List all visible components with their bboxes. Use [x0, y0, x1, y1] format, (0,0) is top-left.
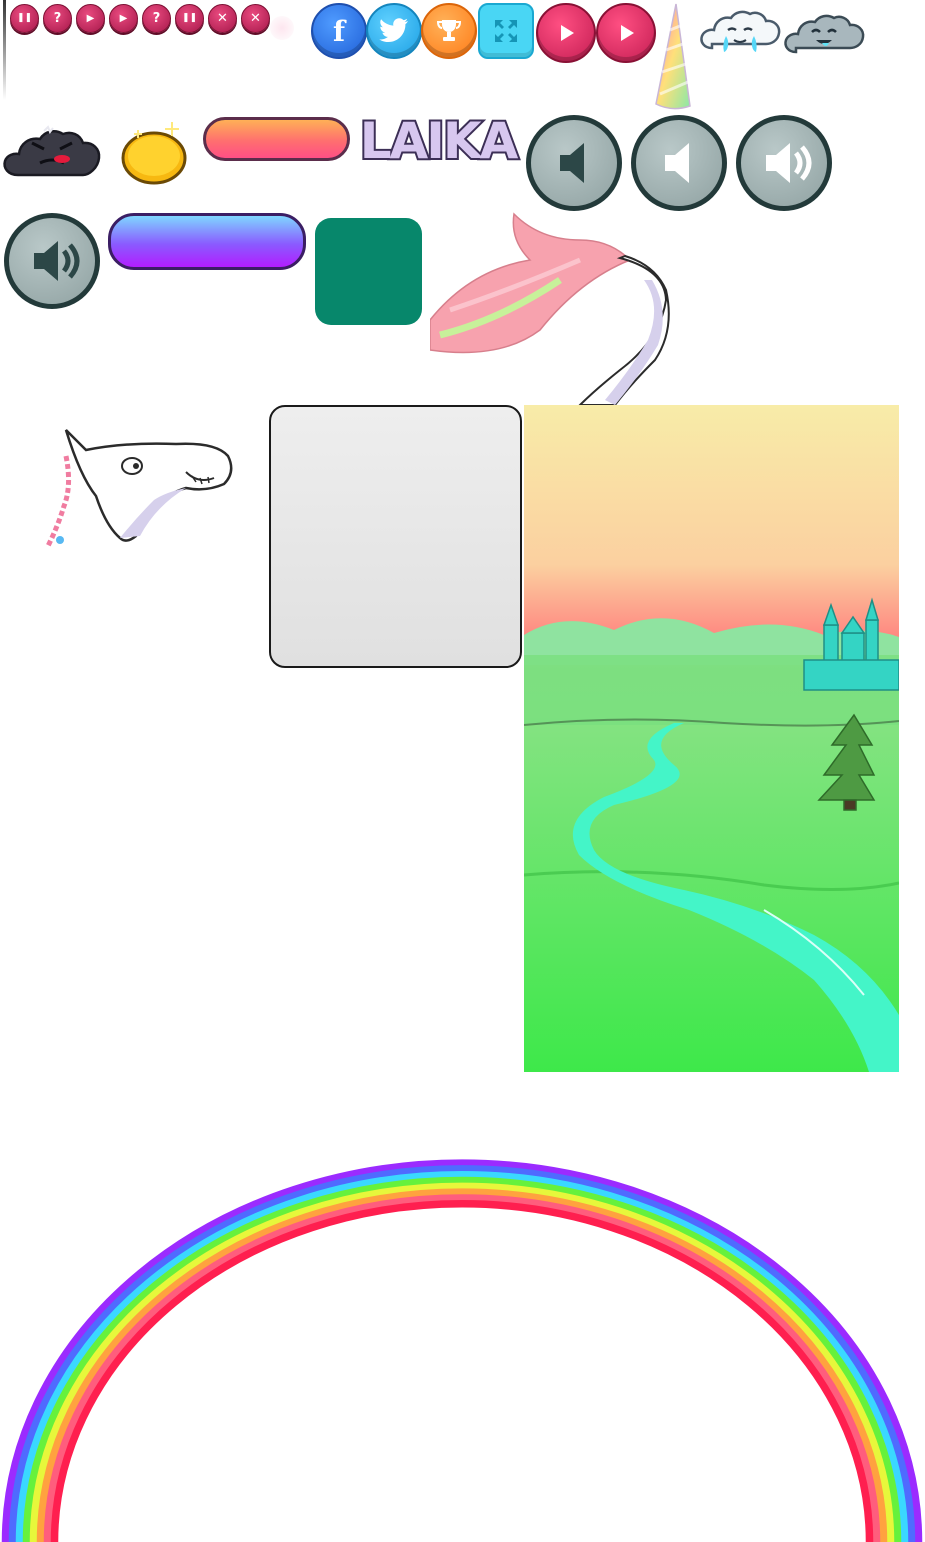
- unicorn-horn-icon: [655, 3, 691, 110]
- pause-button-small-2[interactable]: ❚❚: [175, 4, 204, 33]
- laika-logo-text: LAIKA: [358, 110, 523, 172]
- sound-level-1-icon: [560, 143, 584, 183]
- small-button-row: ❚❚ ? ▶ ▶ ? ❚❚ ✕ ✕: [10, 4, 270, 33]
- close-icon: ✕: [217, 11, 228, 26]
- sound-button-level-4[interactable]: [4, 213, 100, 309]
- facebook-button[interactable]: f: [311, 3, 367, 59]
- play-button-small-1[interactable]: ▶: [76, 4, 105, 33]
- close-button-small-1[interactable]: ✕: [208, 4, 237, 33]
- purple-progress-bar: [108, 213, 306, 270]
- twitter-button[interactable]: [366, 3, 422, 59]
- play-icon: [621, 25, 634, 41]
- pause-button-small-1[interactable]: ❚❚: [10, 4, 39, 33]
- facebook-icon: f: [332, 14, 346, 48]
- rainbow-band: [1, 1159, 923, 1542]
- sound-level-2-icon: [665, 143, 689, 183]
- play-button-large-1[interactable]: [536, 3, 596, 63]
- sound-button-level-2[interactable]: [631, 115, 727, 211]
- orange-progress-bar: [203, 117, 350, 161]
- close-icon: ✕: [250, 11, 261, 26]
- sparkle-icon: [270, 16, 294, 40]
- unicorn-head-icon: [45, 429, 233, 548]
- help-button-small-1[interactable]: ?: [43, 4, 72, 33]
- sound-button-level-1[interactable]: [526, 115, 622, 211]
- play-icon: [561, 25, 574, 41]
- rainbow-band: [15, 1170, 909, 1542]
- twitter-icon: [379, 18, 408, 42]
- play-icon: ▶: [86, 12, 95, 24]
- help-button-small-2[interactable]: ?: [142, 4, 171, 33]
- help-icon: ?: [152, 11, 161, 26]
- angry-cloud-icon: [3, 125, 101, 177]
- trophy-button[interactable]: [421, 3, 477, 59]
- background-landscape-image: [524, 405, 899, 1072]
- teal-tile: [315, 218, 422, 325]
- gold-coin-icon: [121, 122, 187, 185]
- laika-logo: LAIKA: [352, 110, 524, 172]
- pause-icon: ❚❚: [16, 13, 33, 23]
- play-icon: ▶: [119, 12, 128, 24]
- help-icon: ?: [53, 11, 62, 26]
- sound-button-level-3[interactable]: [736, 115, 832, 211]
- fullscreen-icon: [495, 20, 517, 42]
- pause-icon: ❚❚: [181, 13, 198, 23]
- sound-level-4-icon: [34, 241, 80, 281]
- rainbow-band: [29, 1182, 895, 1542]
- play-button-large-2[interactable]: [596, 3, 656, 63]
- rainbow-icon: [1, 1159, 923, 1542]
- trophy-icon: [436, 20, 462, 41]
- rainbow-band: [36, 1188, 888, 1542]
- rainbow-band: [22, 1176, 902, 1542]
- crying-cloud-icon: [700, 10, 781, 52]
- divider-line: [3, 0, 6, 100]
- close-button-small-2[interactable]: ✕: [241, 4, 270, 33]
- fullscreen-button[interactable]: [478, 3, 534, 59]
- gray-panel: [269, 405, 522, 668]
- happy-cloud-icon: [784, 14, 865, 54]
- logo-text: LAIKA: [360, 112, 519, 170]
- play-button-small-2[interactable]: ▶: [109, 4, 138, 33]
- rainbow-band: [8, 1165, 916, 1542]
- unicorn-tail-icon: [430, 212, 670, 405]
- sound-level-3-icon: [766, 143, 812, 183]
